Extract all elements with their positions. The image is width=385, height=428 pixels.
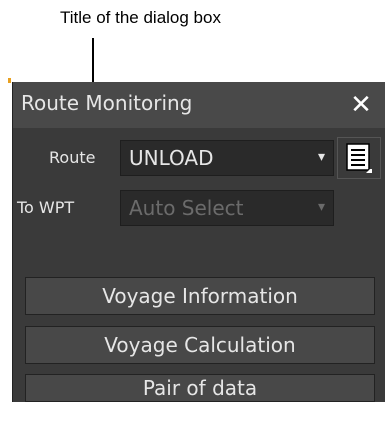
to-wpt-value: Auto Select — [129, 196, 244, 220]
annotation-caption: Title of the dialog box — [60, 8, 221, 27]
route-value: UNLOAD — [129, 146, 214, 170]
pair-of-data-button[interactable]: Pair of data — [25, 374, 375, 402]
dialog-title: Route Monitoring — [21, 91, 193, 115]
route-list-button[interactable] — [337, 137, 381, 179]
chevron-down-icon: ▾ — [317, 199, 325, 215]
list-icon — [346, 143, 372, 173]
voyage-calculation-button[interactable]: Voyage Calculation — [25, 326, 375, 364]
to-wpt-dropdown: Auto Select ▾ — [120, 190, 334, 226]
route-monitoring-dialog: Route Monitoring ✕ Route UNLOAD ▾ To WPT… — [12, 82, 385, 402]
window-accent-mark — [8, 78, 11, 83]
dialog-titlebar: Route Monitoring ✕ — [13, 82, 385, 128]
route-label: Route — [49, 148, 96, 167]
close-icon[interactable]: ✕ — [343, 88, 379, 122]
to-wpt-label: To WPT — [17, 198, 75, 217]
voyage-information-button[interactable]: Voyage Information — [25, 277, 375, 315]
route-dropdown[interactable]: UNLOAD ▾ — [120, 140, 334, 176]
chevron-down-icon: ▾ — [317, 149, 325, 165]
